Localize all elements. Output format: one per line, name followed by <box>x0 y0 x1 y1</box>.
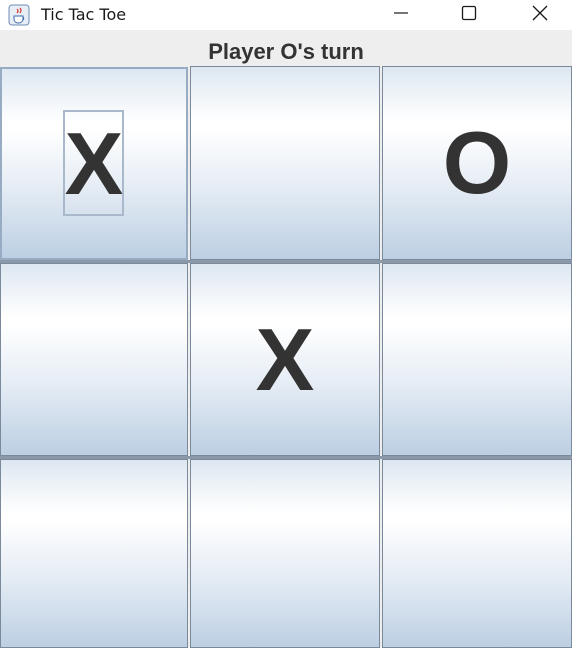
close-button[interactable] <box>517 0 563 30</box>
board-cell-7[interactable] <box>0 459 188 648</box>
board-cell-3[interactable]: O <box>382 66 572 260</box>
board-cell-8[interactable] <box>190 459 380 648</box>
turn-status: Player O's turn <box>208 39 364 64</box>
cell-mark: X <box>255 309 315 409</box>
minimize-button[interactable] <box>378 0 424 30</box>
game-window: Tic Tac Toe Player O's turn X O X <box>0 0 572 648</box>
close-icon <box>532 5 548 26</box>
board-cell-2[interactable] <box>190 66 380 260</box>
board-cell-1[interactable]: X <box>0 67 188 260</box>
board-cell-4[interactable] <box>0 263 188 456</box>
window-title: Tic Tac Toe <box>41 5 127 24</box>
java-cup-icon <box>8 4 30 26</box>
minimize-icon <box>393 5 409 26</box>
maximize-icon <box>461 5 477 26</box>
maximize-button[interactable] <box>446 0 492 30</box>
board-cell-6[interactable] <box>382 263 572 456</box>
board-cell-9[interactable] <box>382 459 572 648</box>
cell-mark: X <box>64 113 124 213</box>
board-cell-5[interactable]: X <box>190 263 380 456</box>
title-bar[interactable]: Tic Tac Toe <box>0 0 572 30</box>
cell-mark: O <box>442 113 512 212</box>
